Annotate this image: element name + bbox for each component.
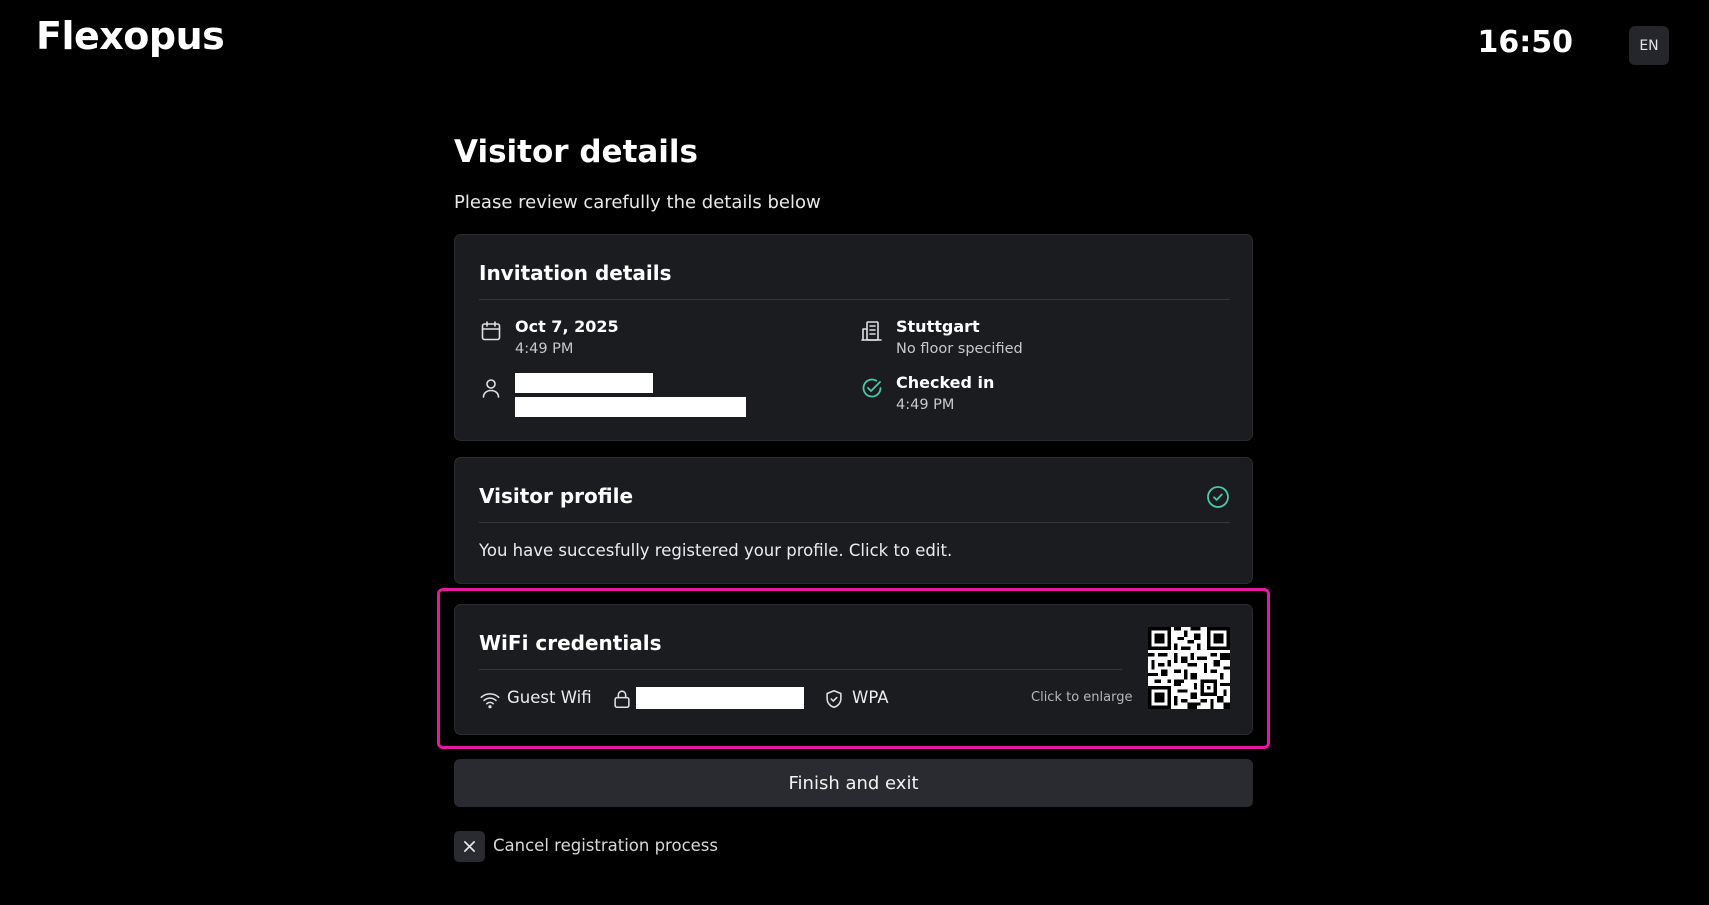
invitation-date: Oct 7, 2025	[515, 317, 619, 336]
shield-icon	[823, 688, 845, 710]
redacted-visitor-email	[515, 397, 746, 417]
user-icon	[479, 376, 503, 400]
page-title: Visitor details	[454, 134, 699, 170]
enlarge-hint: Click to enlarge	[1031, 690, 1133, 705]
wifi-icon	[479, 689, 501, 711]
redacted-visitor-name	[515, 373, 653, 393]
visitor-profile-card[interactable]: Visitor profile You have succesfully reg…	[454, 457, 1253, 584]
calendar-icon	[479, 319, 503, 343]
invitation-details-card: Invitation details Oct 7, 2025 4:49 PM S…	[454, 234, 1253, 441]
wifi-security-type: WPA	[852, 688, 889, 707]
cancel-registration-button[interactable]	[454, 831, 485, 862]
wifi-network-name: Guest Wifi	[507, 688, 592, 707]
divider	[479, 299, 1230, 300]
lock-icon	[611, 688, 633, 710]
invitation-location: Stuttgart	[896, 317, 980, 336]
invitation-floor: No floor specified	[896, 341, 1023, 357]
redacted-wifi-password	[636, 687, 804, 709]
wifi-card-title: WiFi credentials	[479, 631, 662, 655]
clock: 16:50	[1477, 25, 1574, 60]
check-circle-icon	[1205, 484, 1231, 510]
profile-edit-link[interactable]: You have succesfully registered your pro…	[479, 541, 952, 560]
building-icon	[860, 319, 884, 343]
checkin-time: 4:49 PM	[896, 397, 955, 413]
divider	[479, 669, 1122, 670]
close-icon	[464, 841, 475, 852]
profile-card-title: Visitor profile	[479, 484, 634, 508]
invitation-time: 4:49 PM	[515, 341, 574, 357]
brand-logo: Flexopus	[36, 14, 225, 58]
page-subtitle: Please review carefully the details belo…	[454, 192, 821, 213]
qr-code-icon[interactable]	[1148, 627, 1230, 709]
cancel-registration-label[interactable]: Cancel registration process	[493, 836, 718, 855]
checkin-status: Checked in	[896, 373, 995, 392]
finish-and-exit-button[interactable]: Finish and exit	[454, 759, 1253, 807]
invitation-card-title: Invitation details	[479, 261, 672, 285]
language-selector-button[interactable]: EN	[1629, 26, 1669, 65]
divider	[479, 522, 1230, 523]
check-circle-icon	[860, 376, 884, 400]
wifi-credentials-card: WiFi credentials Guest Wifi WPA Click to…	[454, 604, 1253, 735]
